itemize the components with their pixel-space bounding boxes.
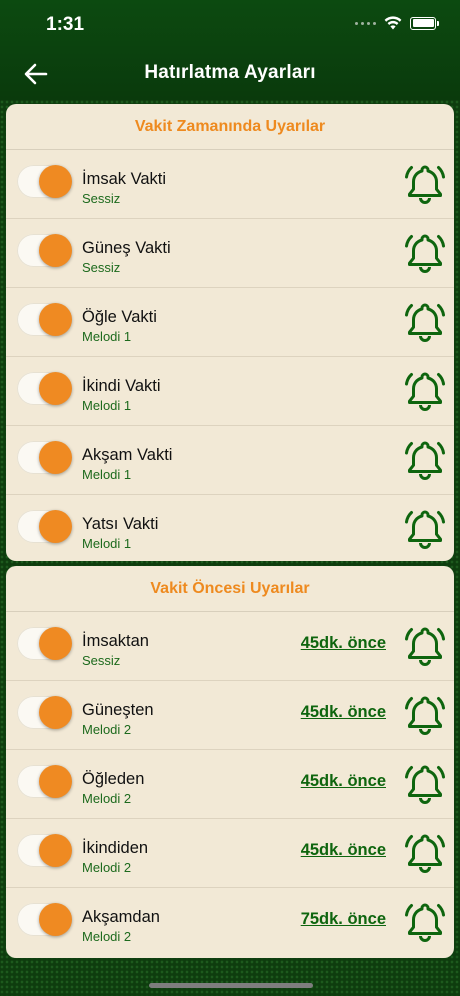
- sound-label: Sessiz: [82, 191, 121, 206]
- sound-label: Melodi 1: [82, 329, 132, 344]
- offset-time-link[interactable]: 75dk. önce: [301, 910, 386, 929]
- prayer-name: İmsaktan: [82, 632, 149, 650]
- toggle-switch[interactable]: [17, 510, 72, 543]
- list-item: Güneş Vakti Sessiz: [6, 219, 454, 288]
- sound-label: Sessiz: [82, 653, 121, 668]
- alarm-bell-icon[interactable]: [405, 231, 445, 273]
- toggle-switch[interactable]: [17, 627, 72, 660]
- section-title: Vakit Öncesi Uyarılar: [6, 566, 454, 612]
- sound-label: Melodi 2: [82, 722, 132, 737]
- toggle-switch[interactable]: [17, 903, 72, 936]
- alarm-bell-icon[interactable]: [405, 300, 445, 342]
- section-on-time-alerts: Vakit Zamanında Uyarılar İmsak Vakti Ses…: [6, 104, 454, 561]
- sound-label: Melodi 2: [82, 929, 132, 944]
- offset-time-link[interactable]: 45dk. önce: [301, 841, 386, 860]
- prayer-name: İkindi Vakti: [82, 377, 161, 395]
- section-title: Vakit Zamanında Uyarılar: [6, 104, 454, 150]
- alarm-bell-icon[interactable]: [405, 438, 445, 480]
- battery-icon: [410, 16, 439, 30]
- list-item: Akşam Vakti Melodi 1: [6, 426, 454, 495]
- sound-label: Melodi 2: [82, 860, 132, 875]
- sound-label: Melodi 2: [82, 791, 132, 806]
- sound-label: Melodi 1: [82, 467, 132, 482]
- offset-time-link[interactable]: 45dk. önce: [301, 703, 386, 722]
- alarm-bell-icon[interactable]: [405, 831, 445, 873]
- status-icons: [355, 16, 439, 30]
- page-title: Hatırlatma Ayarları: [144, 62, 316, 83]
- prayer-name: İmsak Vakti: [82, 170, 167, 188]
- list-item: Yatsı Vakti Melodi 1: [6, 495, 454, 561]
- toggle-switch[interactable]: [17, 696, 72, 729]
- wifi-icon: [384, 16, 402, 30]
- list-item: Öğle Vakti Melodi 1: [6, 288, 454, 357]
- section-before-time-alerts: Vakit Öncesi Uyarılar İmsaktan Sessiz 45…: [6, 566, 454, 958]
- home-indicator[interactable]: [149, 983, 313, 988]
- list-item: İmsak Vakti Sessiz: [6, 150, 454, 219]
- sound-label: Melodi 1: [82, 398, 132, 413]
- toggle-switch[interactable]: [17, 372, 72, 405]
- alarm-bell-icon[interactable]: [405, 624, 445, 666]
- toggle-switch[interactable]: [17, 165, 72, 198]
- offset-time-link[interactable]: 45dk. önce: [301, 634, 386, 653]
- toggle-switch[interactable]: [17, 834, 72, 867]
- alarm-bell-icon[interactable]: [405, 693, 445, 735]
- prayer-name: İkindiden: [82, 839, 149, 857]
- alarm-bell-icon[interactable]: [405, 369, 445, 411]
- alarm-bell-icon[interactable]: [405, 162, 445, 204]
- prayer-name: Güneşten: [82, 701, 154, 719]
- list-item: Güneşten Melodi 2 45dk. önce: [6, 681, 454, 750]
- top-bar: 1:31 Hatırlatma Ayarları: [0, 0, 460, 100]
- sound-label: Melodi 1: [82, 536, 132, 551]
- alarm-bell-icon[interactable]: [405, 900, 445, 942]
- offset-time-link[interactable]: 45dk. önce: [301, 772, 386, 791]
- prayer-name: Güneş Vakti: [82, 239, 171, 257]
- toggle-switch[interactable]: [17, 303, 72, 336]
- signal-dots-icon: [355, 21, 376, 25]
- prayer-name: Yatsı Vakti: [82, 515, 159, 533]
- list-item: İmsaktan Sessiz 45dk. önce: [6, 612, 454, 681]
- list-item: Akşamdan Melodi 2 75dk. önce: [6, 888, 454, 957]
- prayer-name: Akşamdan: [82, 908, 160, 926]
- toggle-switch[interactable]: [17, 441, 72, 474]
- sound-label: Sessiz: [82, 260, 121, 275]
- alarm-bell-icon[interactable]: [405, 762, 445, 804]
- list-item: Öğleden Melodi 2 45dk. önce: [6, 750, 454, 819]
- status-time: 1:31: [46, 14, 85, 35]
- toggle-switch[interactable]: [17, 765, 72, 798]
- list-item: İkindiden Melodi 2 45dk. önce: [6, 819, 454, 888]
- prayer-name: Öğleden: [82, 770, 145, 788]
- toggle-switch[interactable]: [17, 234, 72, 267]
- alarm-bell-icon[interactable]: [405, 507, 445, 549]
- prayer-name: Öğle Vakti: [82, 308, 157, 326]
- list-item: İkindi Vakti Melodi 1: [6, 357, 454, 426]
- prayer-name: Akşam Vakti: [82, 446, 173, 464]
